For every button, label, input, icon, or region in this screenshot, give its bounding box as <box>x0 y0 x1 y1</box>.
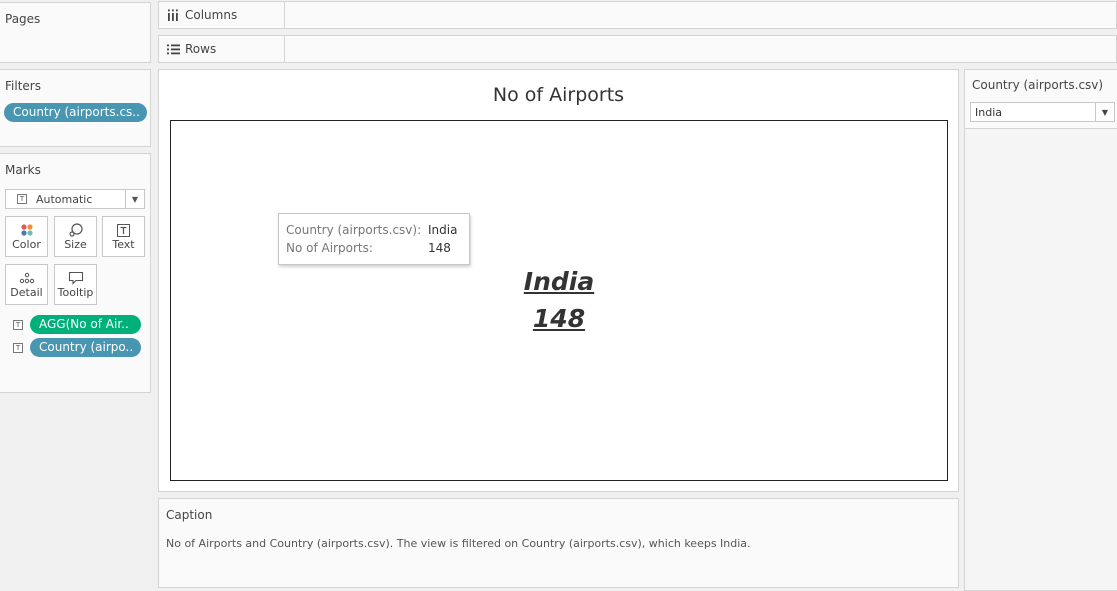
filter-card-title: Country (airports.csv) <box>972 78 1104 92</box>
detail-label: Detail <box>10 286 43 299</box>
rows-label: Rows <box>185 42 217 56</box>
pages-title: Pages <box>5 12 41 26</box>
marks-title: Marks <box>5 163 41 177</box>
filters-title: Filters <box>5 79 41 93</box>
viz-plot-area[interactable]: India 148 Country (airports.csv): India … <box>170 120 948 481</box>
tooltip-row-country: Country (airports.csv): India <box>286 223 462 241</box>
marks-pill-country[interactable]: Country (airpo.. <box>30 338 141 357</box>
country-filter-dropdown[interactable]: India ▼ <box>970 102 1115 122</box>
tooltip-value-country: India <box>428 223 458 237</box>
text-mark-icon: T <box>17 194 27 204</box>
text-icon <box>103 223 144 237</box>
size-label: Size <box>64 238 87 251</box>
chevron-down-icon[interactable]: ▼ <box>1095 103 1114 121</box>
viz-title: No of Airports <box>492 84 625 106</box>
mark-tooltip: Country (airports.csv): India No of Airp… <box>278 213 470 265</box>
caption-title: Caption <box>166 508 213 522</box>
detail-icon <box>6 271 47 285</box>
tooltip-key-country: Country (airports.csv): <box>286 223 422 237</box>
columns-icon <box>166 9 180 21</box>
marks-pill-agg-airports[interactable]: AGG(No of Air.. <box>30 315 141 334</box>
text-label: Text <box>112 238 135 251</box>
size-icon <box>55 223 96 237</box>
country-filter-value: India <box>975 106 1002 119</box>
tooltip-key-airports: No of Airports: <box>286 241 373 255</box>
country-filter-card: Country (airports.csv) India ▼ <box>964 69 1117 591</box>
chevron-down-icon[interactable]: ▼ <box>125 190 144 208</box>
detail-button[interactable]: Detail <box>5 264 48 305</box>
viz-worksheet: No of Airports India 148 Country (airpor… <box>158 69 959 492</box>
rows-shelf-label: Rows <box>159 36 285 62</box>
mark-type-value: Automatic <box>36 193 93 206</box>
tooltip-value-airports: 148 <box>428 241 451 255</box>
text-button[interactable]: Text <box>102 216 145 257</box>
mark-value-text[interactable]: 148 <box>171 304 947 333</box>
filters-panel: Filters Country (airports.cs.. <box>0 69 151 147</box>
filter-card-header: Country (airports.csv) India ▼ <box>965 70 1117 129</box>
rows-icon <box>166 43 180 55</box>
tooltip-icon <box>55 271 96 285</box>
color-dots-icon <box>6 223 47 237</box>
columns-shelf[interactable]: Columns <box>158 1 1117 29</box>
tooltip-button[interactable]: Tooltip <box>54 264 97 305</box>
tooltip-label: Tooltip <box>57 286 94 299</box>
filter-pill-country[interactable]: Country (airports.cs.. <box>4 103 147 122</box>
color-button[interactable]: Color <box>5 216 48 257</box>
columns-label: Columns <box>185 8 238 22</box>
text-field-icon: T <box>13 343 23 353</box>
columns-shelf-label: Columns <box>159 2 285 28</box>
tooltip-row-airports: No of Airports: 148 <box>286 241 462 259</box>
mark-country-text[interactable]: India <box>171 267 947 296</box>
pages-panel: Pages <box>0 2 151 63</box>
text-field-icon: T <box>13 320 23 330</box>
rows-shelf[interactable]: Rows <box>158 35 1117 63</box>
mark-type-dropdown[interactable]: T Automatic ▼ <box>5 189 145 209</box>
size-button[interactable]: Size <box>54 216 97 257</box>
caption-panel: Caption No of Airports and Country (airp… <box>158 498 959 588</box>
color-label: Color <box>12 238 41 251</box>
caption-text: No of Airports and Country (airports.csv… <box>166 537 751 550</box>
